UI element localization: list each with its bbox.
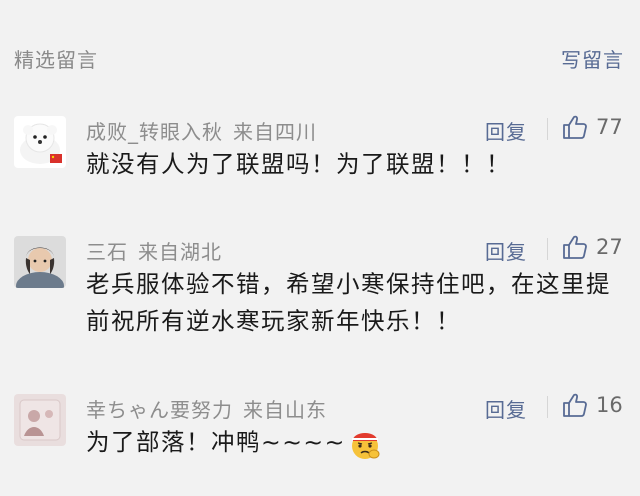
like-count: 27	[596, 235, 623, 259]
avatar[interactable]	[14, 394, 66, 446]
like-count: 16	[596, 393, 623, 417]
like-button[interactable]: 77	[562, 114, 623, 140]
comments-header: 精选留言 写留言	[0, 0, 640, 96]
divider	[547, 118, 548, 140]
write-comment-button[interactable]: 写留言	[561, 44, 624, 73]
comment-text: 老兵服体验不错，希望小寒保持住吧，在这里提前祝所有逆水寒玩家新年快乐！！	[86, 270, 611, 335]
author-name[interactable]: 成败_转眼入秋	[86, 120, 223, 144]
author-location: 来自山东	[243, 398, 327, 422]
divider	[547, 396, 548, 418]
comment-author: 幸ちゃん要努力 来自山东	[86, 394, 327, 423]
featured-comments-title: 精选留言	[14, 48, 98, 72]
avatar[interactable]	[14, 236, 66, 288]
like-button[interactable]: 27	[562, 234, 623, 260]
avatar[interactable]	[14, 116, 66, 168]
reply-button[interactable]: 回复	[485, 116, 527, 145]
like-count: 77	[596, 115, 623, 139]
thumbs-up-icon	[563, 115, 587, 139]
like-button[interactable]: 16	[562, 392, 623, 418]
author-name[interactable]: 三石	[86, 240, 128, 264]
pompom-emoji	[351, 432, 380, 459]
reply-button[interactable]: 回复	[485, 394, 527, 423]
author-location: 来自湖北	[138, 240, 222, 264]
divider	[547, 238, 548, 260]
comment-author: 三石 来自湖北	[86, 236, 222, 265]
comment-text-content: 为了部落！冲鸭~~~~	[86, 428, 346, 456]
thumbs-up-icon	[563, 393, 587, 417]
comment-author: 成败_转眼入秋 来自四川	[86, 116, 317, 145]
author-name[interactable]: 幸ちゃん要努力	[86, 398, 233, 422]
reply-button[interactable]: 回复	[485, 236, 527, 265]
comment-text: 为了部落！冲鸭~~~~	[86, 424, 620, 461]
author-location: 来自四川	[233, 120, 317, 144]
comment-text: 就没有人为了联盟吗！为了联盟！！！	[86, 150, 511, 178]
thumbs-up-icon	[563, 235, 587, 259]
